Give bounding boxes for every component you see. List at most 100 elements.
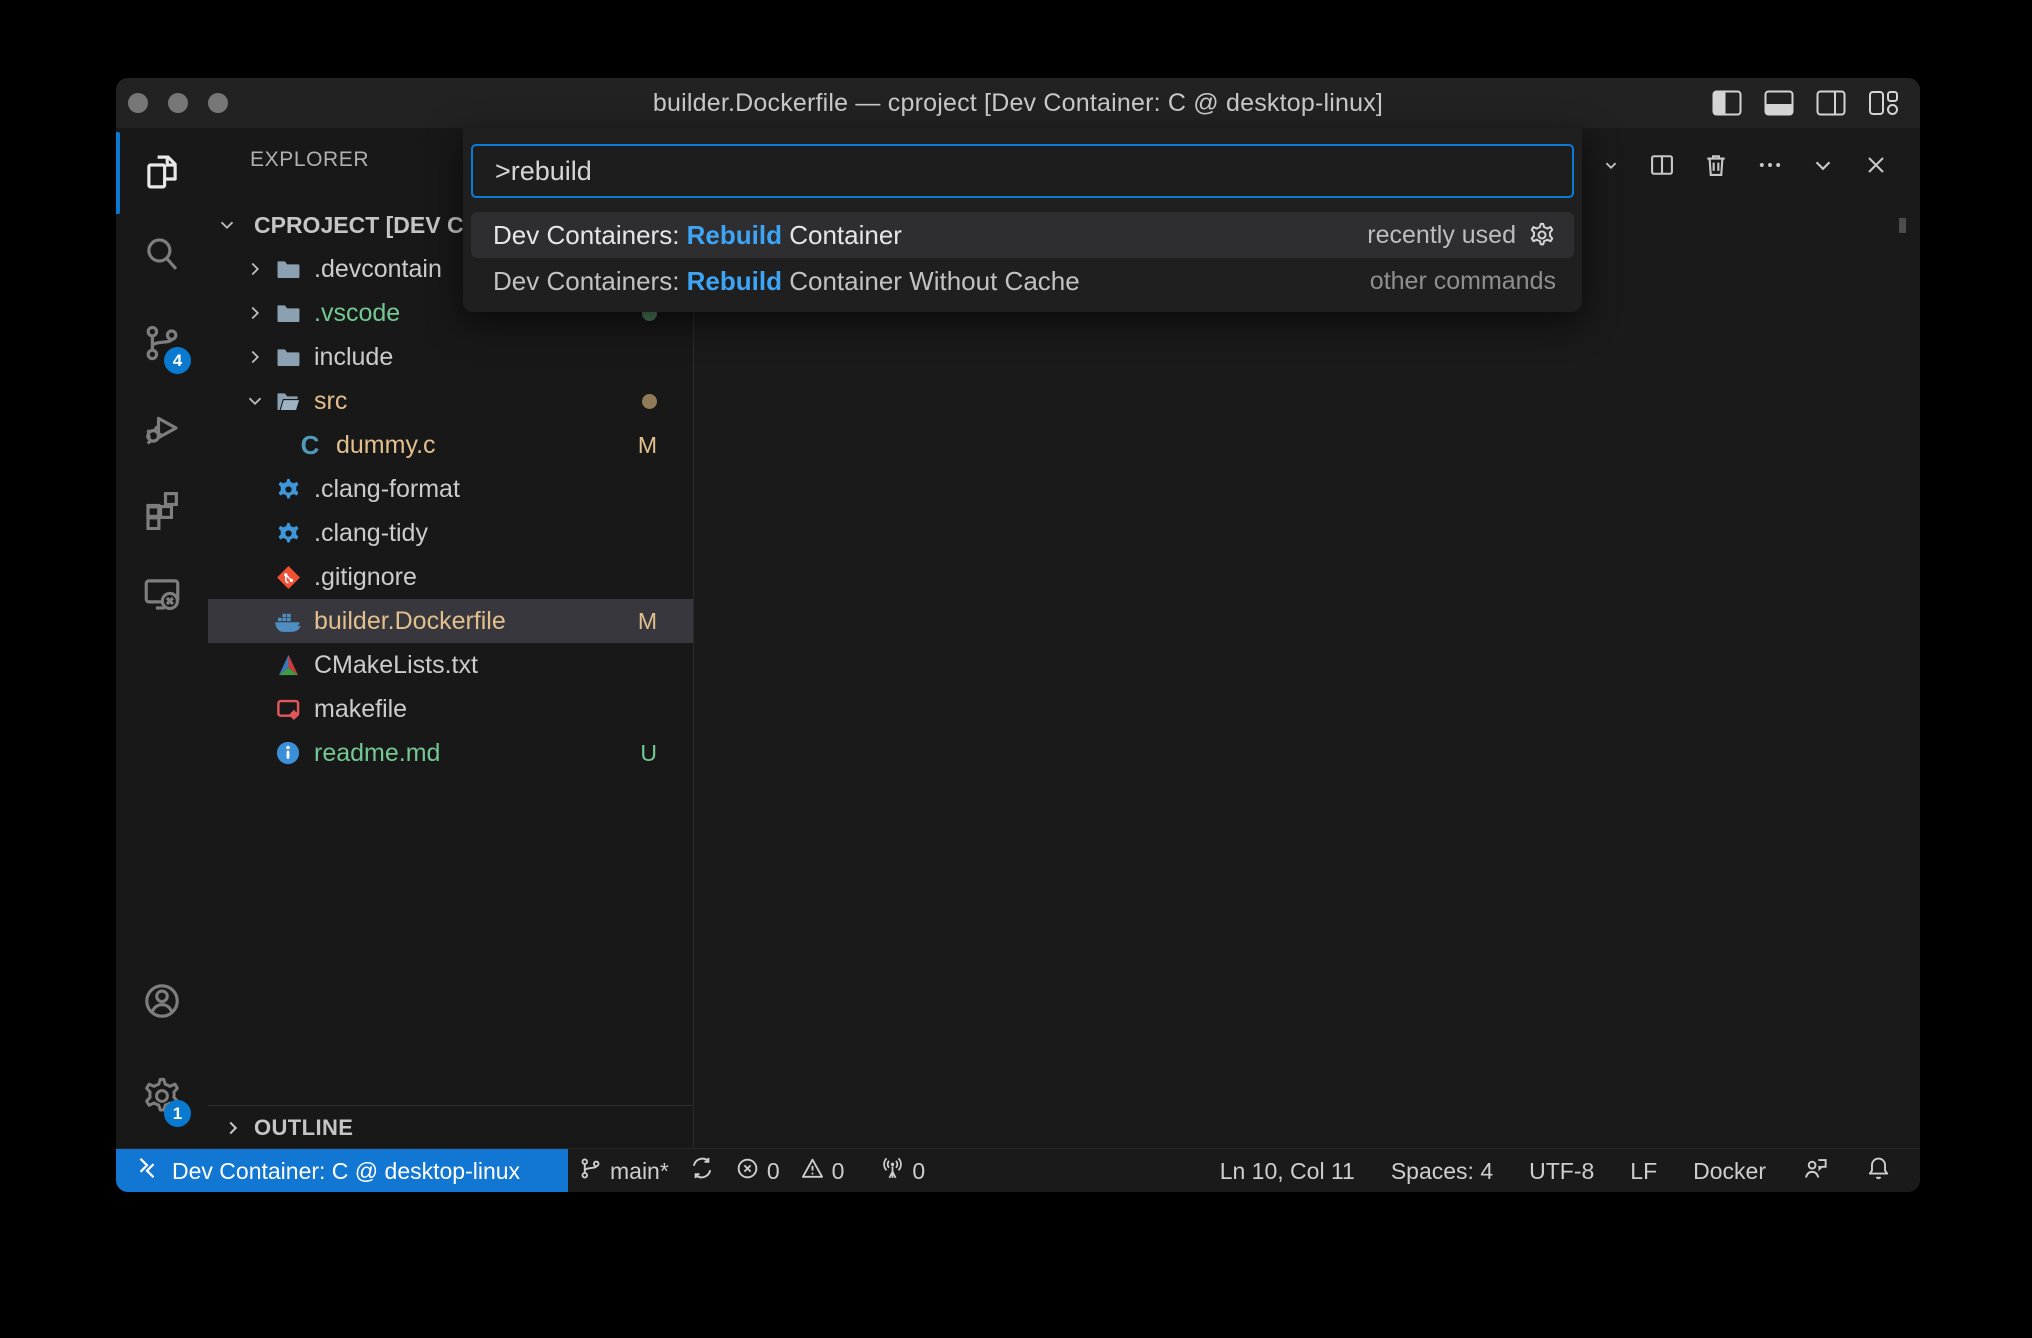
title-bar: builder.Dockerfile — cproject [Dev Conta…	[116, 78, 1920, 129]
customize-layout-icon[interactable]	[1868, 90, 1898, 116]
outline-section-label: OUTLINE	[254, 1115, 353, 1141]
feedback-icon[interactable]	[1802, 1155, 1829, 1188]
match-highlight: Rebuild	[687, 220, 782, 250]
panel-toolbar	[1556, 148, 1890, 186]
ellipsis-icon[interactable]	[1756, 151, 1784, 184]
eol-sequence[interactable]: LF	[1630, 1158, 1657, 1185]
close-icon[interactable]	[1862, 151, 1890, 184]
outline-section-header[interactable]: OUTLINE	[208, 1105, 693, 1148]
sidebar-item-explorer[interactable]	[116, 132, 208, 216]
git-modified-dot	[642, 394, 657, 409]
git-branch-status[interactable]: main*	[578, 1156, 669, 1187]
remote-label: Dev Container: C @ desktop-linux	[172, 1158, 520, 1185]
tree-item-include[interactable]: include	[208, 335, 693, 379]
git-icon	[274, 563, 302, 591]
tree-item-builder-dockerfile[interactable]: builder.Dockerfile M	[208, 599, 693, 643]
file-name: builder.Dockerfile	[314, 607, 506, 636]
toggle-primary-sidebar-icon[interactable]	[1712, 90, 1742, 116]
git-status-badge: M	[638, 608, 657, 635]
palette-result-rebuild-container[interactable]: Dev Containers: Rebuild Container recent…	[471, 212, 1574, 258]
indentation[interactable]: Spaces: 4	[1391, 1158, 1493, 1185]
trash-icon[interactable]	[1702, 151, 1730, 184]
split-editor-icon[interactable]	[1648, 151, 1676, 184]
remote-explorer-icon	[141, 573, 183, 620]
status-right-items: Ln 10, Col 11 Spaces: 4 UTF-8 LF Docker	[1220, 1149, 1920, 1192]
toggle-panel-icon[interactable]	[1764, 90, 1794, 116]
file-name: .devcontain	[314, 255, 442, 284]
folder-open-icon	[274, 387, 302, 415]
sidebar-item-run-debug[interactable]	[116, 388, 208, 472]
command-palette: Dev Containers: Rebuild Container recent…	[463, 128, 1582, 312]
zoom-window-button[interactable]	[208, 93, 228, 113]
tree-item-dummy-c[interactable]: C dummy.c M	[208, 423, 693, 467]
encoding[interactable]: UTF-8	[1529, 1158, 1594, 1185]
file-name: dummy.c	[336, 431, 436, 460]
folder-icon	[274, 255, 302, 283]
tree-item-cmakelists[interactable]: CMakeLists.txt	[208, 643, 693, 687]
status-left-items: main* 0 0 0	[578, 1149, 925, 1192]
palette-result-rebuild-without-cache[interactable]: Dev Containers: Rebuild Container Withou…	[471, 258, 1574, 304]
tree-item-src[interactable]: src	[208, 379, 693, 423]
sidebar-item-extensions[interactable]	[116, 469, 208, 553]
file-name: src	[314, 387, 347, 416]
search-icon	[141, 233, 183, 280]
blue-gear-icon	[274, 519, 302, 547]
chevron-right-icon	[222, 1117, 244, 1139]
command-label: Dev Containers: Rebuild Container Withou…	[471, 266, 1080, 297]
file-name: .clang-format	[314, 475, 460, 504]
minimize-window-button[interactable]	[168, 93, 188, 113]
cmake-icon	[274, 651, 302, 679]
chevron-down-icon	[216, 214, 238, 236]
file-name: .vscode	[314, 299, 400, 328]
close-window-button[interactable]	[128, 93, 148, 113]
language-mode[interactable]: Docker	[1693, 1158, 1766, 1185]
sidebar-item-remote-explorer[interactable]	[116, 554, 208, 638]
cursor-position[interactable]: Ln 10, Col 11	[1220, 1158, 1355, 1185]
ports-status[interactable]: 0	[880, 1156, 925, 1187]
account-button[interactable]	[116, 961, 208, 1045]
file-name: .gitignore	[314, 563, 417, 592]
toggle-secondary-sidebar-icon[interactable]	[1816, 90, 1846, 116]
tree-item-clang-format[interactable]: .clang-format	[208, 467, 693, 511]
gear-icon[interactable]	[1528, 221, 1556, 249]
blue-gear-icon	[274, 475, 302, 503]
chevron-right-icon	[244, 346, 266, 368]
file-name: include	[314, 343, 393, 372]
file-name: CMakeLists.txt	[314, 651, 478, 680]
chevron-down-icon[interactable]	[1810, 152, 1836, 183]
sidebar-title: EXPLORER	[250, 148, 369, 172]
problems-status[interactable]: 0 0	[735, 1156, 845, 1187]
tree-item-makefile[interactable]: makefile	[208, 687, 693, 731]
tree-root-label: CPROJECT [DEV C	[254, 212, 464, 239]
settings-button[interactable]: 1	[116, 1056, 208, 1140]
file-name: makefile	[314, 695, 407, 724]
sync-button[interactable]	[689, 1155, 715, 1187]
chevron-down-icon	[244, 390, 266, 412]
settings-badge: 1	[164, 1100, 191, 1127]
result-meta-label: other commands	[1370, 267, 1556, 296]
file-name: .clang-tidy	[314, 519, 428, 548]
window-title: builder.Dockerfile — cproject [Dev Conta…	[653, 89, 1383, 118]
bell-icon[interactable]	[1865, 1155, 1892, 1188]
folder-icon	[274, 343, 302, 371]
folder-icon	[274, 299, 302, 327]
editor-scrollbar-thumb[interactable]	[1899, 218, 1906, 233]
account-icon	[141, 980, 183, 1027]
result-meta-label: recently used	[1367, 221, 1516, 250]
error-icon	[735, 1156, 760, 1187]
tree-item-gitignore[interactable]: .gitignore	[208, 555, 693, 599]
traffic-lights	[128, 78, 228, 128]
sidebar-item-source-control[interactable]: 4	[116, 303, 208, 387]
chevron-down-icon[interactable]	[1600, 154, 1622, 181]
command-palette-input[interactable]	[471, 144, 1574, 198]
activity-bar: 4	[116, 128, 209, 1148]
tree-item-readme[interactable]: readme.md U	[208, 731, 693, 775]
sidebar-item-search[interactable]	[116, 214, 208, 298]
branch-label: main*	[610, 1158, 669, 1185]
error-count: 0	[767, 1158, 780, 1185]
tree-item-clang-tidy[interactable]: .clang-tidy	[208, 511, 693, 555]
extensions-icon	[141, 488, 183, 535]
warning-count: 0	[832, 1158, 845, 1185]
match-highlight: Rebuild	[687, 266, 782, 296]
remote-indicator[interactable]: Dev Container: C @ desktop-linux	[116, 1149, 568, 1192]
